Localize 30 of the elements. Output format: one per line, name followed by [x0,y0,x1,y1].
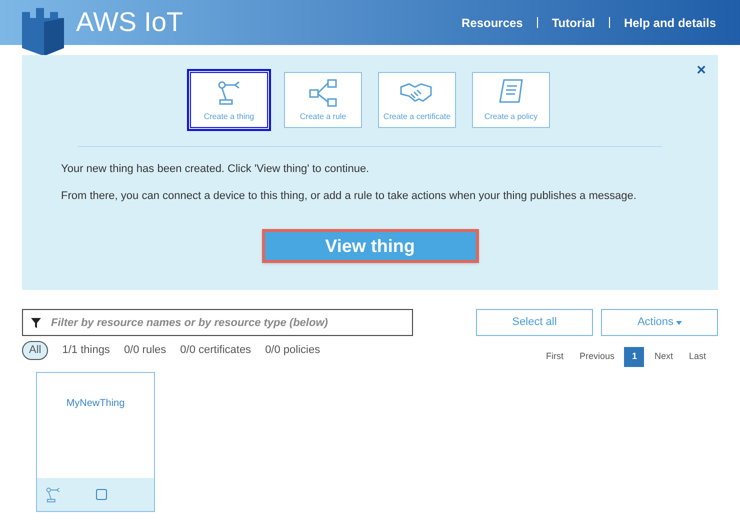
nav-link[interactable]: Tutorial [552,14,595,32]
thing-name: MyNewThing [65,397,126,411]
page-link[interactable]: Last [682,350,712,364]
close-button[interactable]: × [696,59,706,83]
type-filter[interactable]: 0/0 policies [265,342,320,358]
app-title: AWS IoT [76,6,184,40]
page-link[interactable]: Previous [573,350,620,364]
step-tile[interactable]: Create a rule [284,72,362,128]
page-link[interactable]: First [540,350,570,364]
nav-link[interactable]: Resources [461,14,523,32]
step-tile[interactable]: Create a certificate [378,72,456,128]
page-link[interactable]: Next [648,350,679,364]
filter-icon [31,318,41,328]
select-checkbox[interactable] [96,489,107,500]
message-text: From there, you can connect a device to this thing, or add a rule to take actions when your thing publishes a message. [61,188,636,204]
thing-card[interactable]: MyNewThing [36,372,155,512]
select-all-button[interactable]: Select all [476,309,593,336]
step-tile[interactable]: Create a thing [190,72,268,128]
type-filter[interactable]: 1/1 things [62,342,110,358]
nav-link[interactable]: Help and details [624,14,716,32]
caret-icon [676,320,682,324]
step-tile[interactable]: Create a policy [472,72,550,128]
message-text: Your new thing has been created. Click 'View thing' to continue. [61,162,370,177]
page-link[interactable]: 1 [624,347,644,367]
flowchart-icon [307,77,339,109]
type-filter[interactable]: 0/0 certificates [180,342,252,358]
filter-field[interactable]: Filter by resource names or by resource type (below) [22,309,413,336]
type-filter[interactable]: 0/0 rules [124,342,166,358]
actions-button[interactable]: Actions [601,309,718,336]
type-filter[interactable]: All [22,341,48,360]
